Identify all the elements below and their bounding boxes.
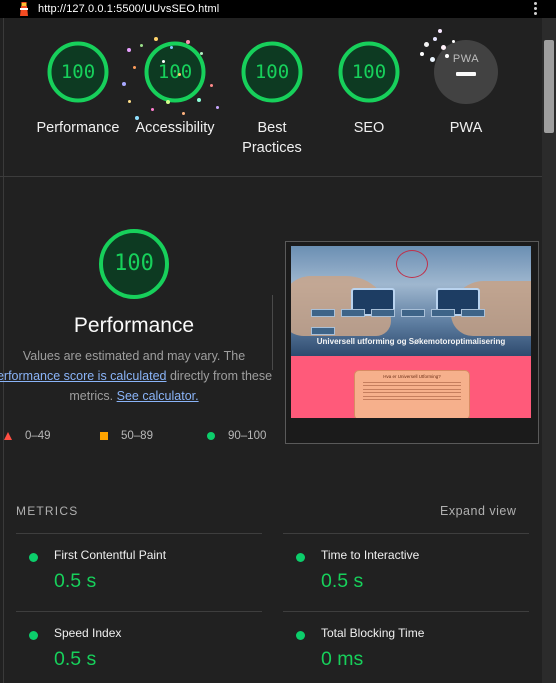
screenshot-logo	[396, 250, 428, 278]
gauge-seo[interactable]: 100 SEO	[319, 40, 419, 138]
expand-view-button[interactable]: Expand view	[440, 504, 516, 518]
screenshot-card: Hva er Universell Utforming?	[354, 370, 470, 418]
legend-range: 0–49	[25, 430, 51, 442]
metric-value: 0.5 s	[54, 648, 97, 670]
metric-name: Speed Index	[54, 626, 122, 640]
gauge-label: Best Practices	[242, 120, 302, 156]
fail-triangle-icon	[4, 432, 12, 440]
legend-pass: 90–100	[207, 430, 266, 442]
performance-title: Performance	[73, 314, 195, 337]
gauge-accessibility[interactable]: 100 Accessibility	[125, 40, 225, 138]
gauge-label: Accessibility	[135, 120, 215, 136]
legend-range: 90–100	[228, 430, 267, 442]
url-text[interactable]: http://127.0.0.1:5500/UUvsSEO.html	[38, 3, 219, 15]
metric-value: 0.5 s	[321, 570, 364, 592]
report-content: 100 Performance 100 Accessibility 100 Be…	[0, 18, 542, 683]
metric-speed-index: Speed Index 0.5 s	[16, 611, 262, 683]
metric-name: Total Blocking Time	[321, 626, 425, 640]
metric-name: Time to Interactive	[321, 548, 420, 562]
gauge-best-practices[interactable]: 100 Best Practices	[222, 40, 322, 158]
metric-total-blocking-time: Total Blocking Time 0 ms	[283, 611, 529, 683]
gauge-label: SEO	[353, 120, 385, 136]
desc-text-3: metrics.	[69, 389, 117, 403]
pass-circle-icon	[296, 631, 305, 640]
more-options-icon[interactable]	[534, 1, 538, 16]
performance-description: Values are estimated and may vary. The p…	[0, 346, 272, 406]
gauge-score: 100	[60, 61, 96, 83]
screenshot-menu	[311, 304, 516, 335]
pwa-badge-text: PWA	[452, 53, 480, 65]
scrollbar-thumb[interactable]	[544, 40, 554, 133]
final-screenshot[interactable]: Universell utforming og Søkemotoroptimal…	[285, 241, 539, 444]
browser-topbar: http://127.0.0.1:5500/UUvsSEO.html	[0, 0, 556, 18]
pass-circle-icon	[29, 631, 38, 640]
performance-score: 100	[114, 251, 154, 276]
legend-range: 50–89	[121, 430, 153, 442]
metrics-header: METRICS	[16, 504, 79, 518]
pass-circle-icon	[207, 432, 215, 440]
vertical-divider	[272, 295, 273, 370]
gauge-performance[interactable]: 100 Performance	[28, 40, 128, 138]
legend-fail: 0–49	[4, 430, 51, 442]
average-square-icon	[100, 432, 108, 440]
score-summary: 100 Performance 100 Accessibility 100 Be…	[0, 18, 542, 177]
pass-circle-icon	[296, 553, 305, 562]
see-calculator-link[interactable]: See calculator.	[117, 389, 199, 403]
desc-text-1: Values are estimated and may vary. The	[22, 349, 246, 363]
metric-value: 0 ms	[321, 648, 364, 670]
gauge-label: PWA	[449, 120, 483, 136]
gauge-pwa[interactable]: PWA PWA	[416, 40, 516, 138]
screenshot-hero-title: Universell utforming og Søkemotoroptimal…	[316, 337, 506, 346]
metric-value: 0.5 s	[54, 570, 97, 592]
lighthouse-icon	[18, 2, 30, 16]
gauge-score: 100	[351, 61, 387, 83]
metric-first-contentful-paint: First Contentful Paint 0.5 s	[16, 533, 262, 612]
screenshot-card-title: Hva er Universell Utforming?	[383, 374, 441, 379]
screenshot-frame: Universell utforming og Søkemotoroptimal…	[291, 246, 531, 418]
performance-big-gauge: 100	[97, 227, 171, 301]
pass-circle-icon	[29, 553, 38, 562]
score-calculated-link[interactable]: performance score is calculated	[0, 369, 166, 383]
desc-text-2: directly from these	[166, 369, 273, 383]
gauge-score: 100	[157, 61, 193, 83]
metric-time-to-interactive: Time to Interactive 0.5 s	[283, 533, 529, 612]
legend-average: 50–89	[100, 430, 153, 442]
metric-name: First Contentful Paint	[54, 548, 167, 562]
pwa-dash-icon	[456, 72, 476, 76]
gauge-score: 100	[254, 61, 290, 83]
gauge-label: Performance	[36, 120, 120, 136]
